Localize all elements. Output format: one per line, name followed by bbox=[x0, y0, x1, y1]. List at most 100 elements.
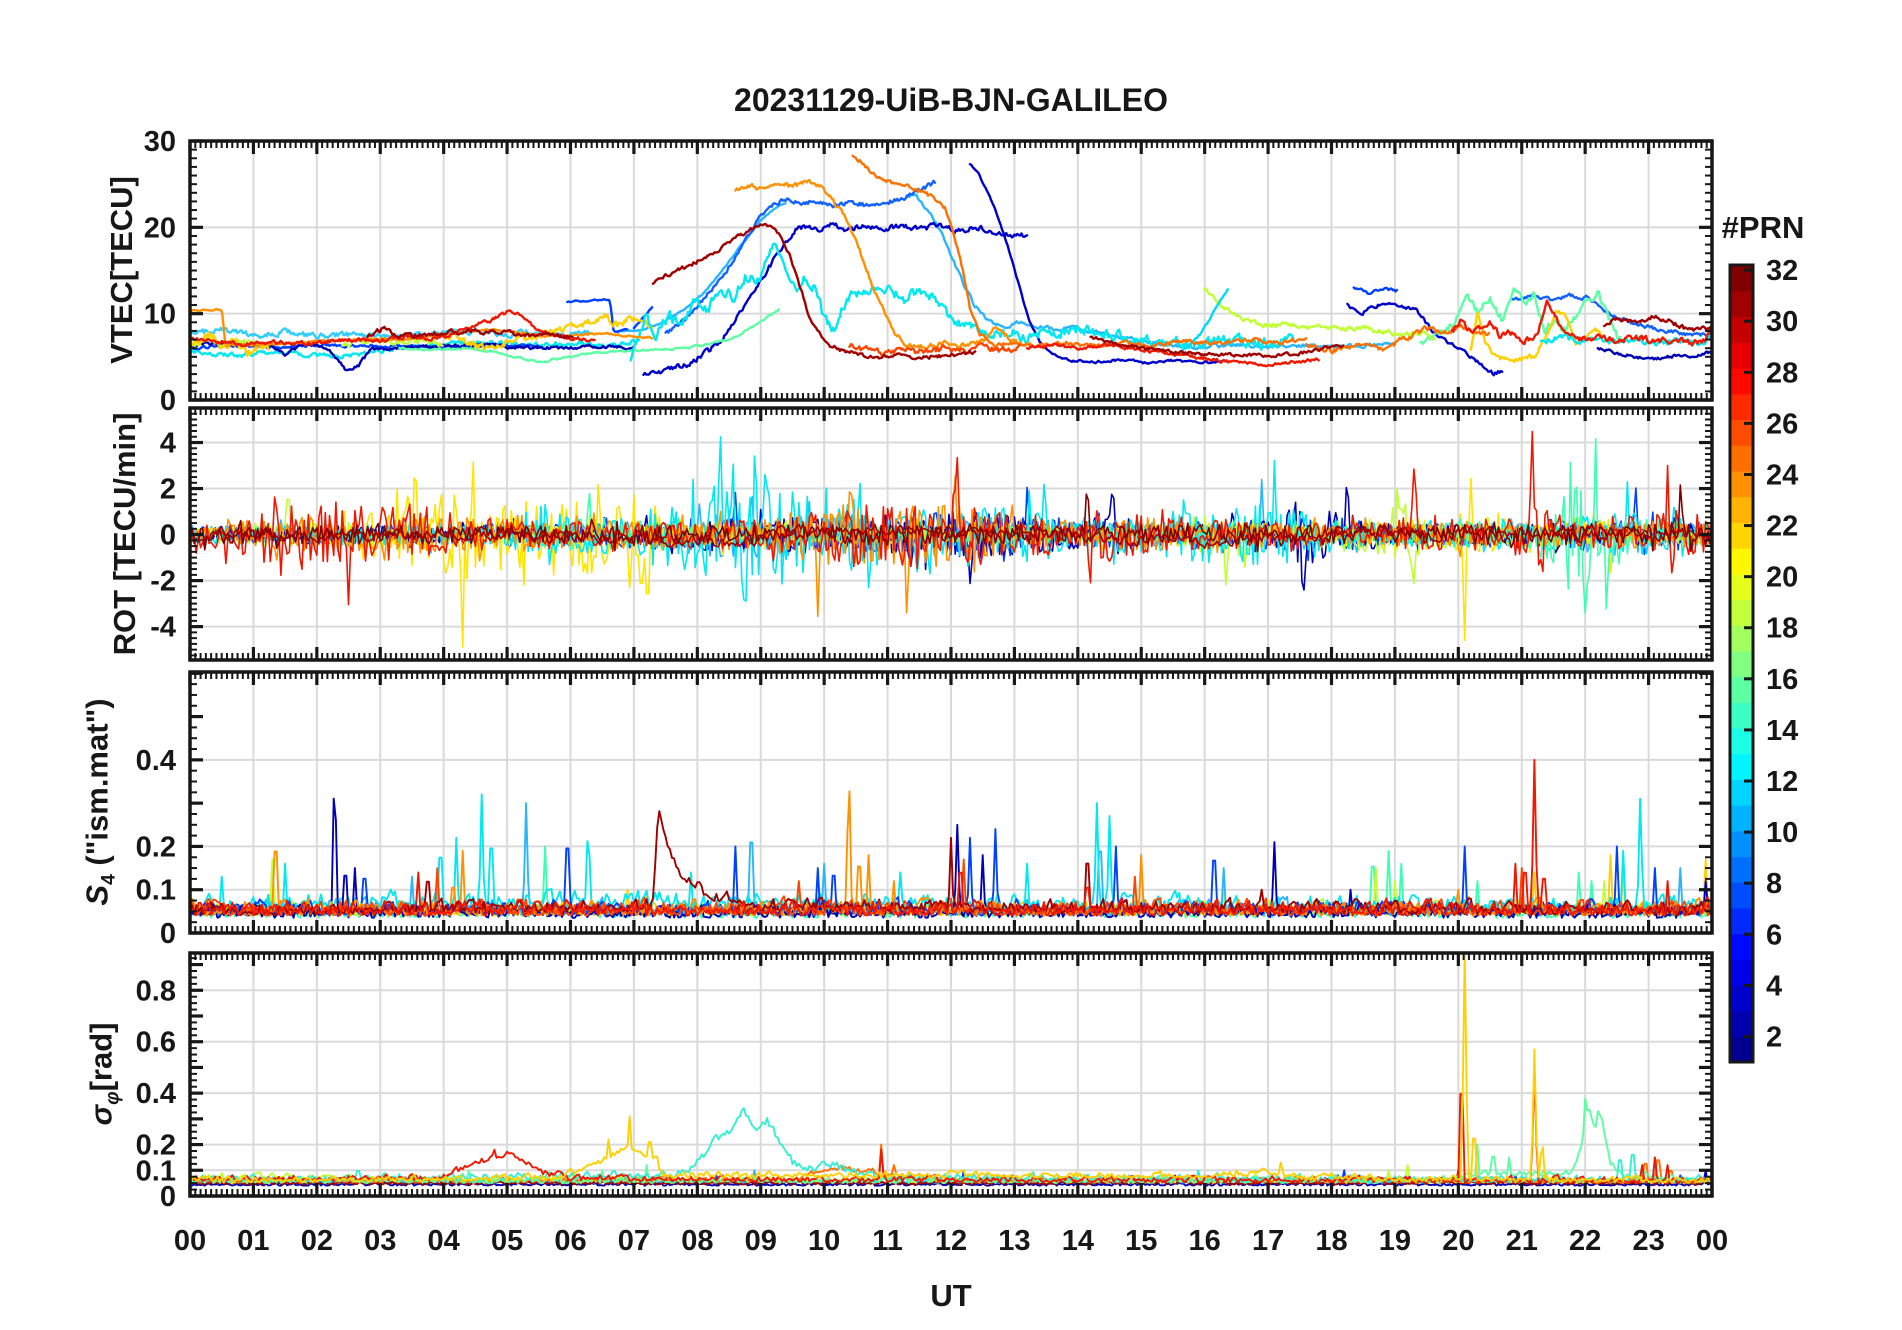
svg-text:16: 16 bbox=[1189, 1225, 1221, 1257]
colorbar-band bbox=[1730, 830, 1753, 858]
svg-text:12: 12 bbox=[1766, 766, 1798, 798]
colorbar-band bbox=[1730, 1010, 1753, 1038]
svg-text:15: 15 bbox=[1125, 1225, 1157, 1257]
series-line bbox=[1352, 286, 1399, 296]
svg-text:30: 30 bbox=[144, 126, 176, 158]
colorbar-band bbox=[1730, 779, 1753, 806]
svg-text:22: 22 bbox=[1569, 1225, 1601, 1257]
colorbar-band bbox=[1730, 676, 1753, 703]
colorbar-band bbox=[1730, 1036, 1753, 1063]
y-axis-label-rot: ROT [TECU/min] bbox=[107, 412, 142, 656]
svg-text:0.6: 0.6 bbox=[136, 1027, 176, 1059]
svg-text:18: 18 bbox=[1315, 1225, 1347, 1257]
svg-text:2: 2 bbox=[160, 474, 176, 506]
colorbar-band bbox=[1730, 290, 1753, 318]
colorbar-band bbox=[1730, 342, 1753, 369]
svg-text:10: 10 bbox=[1766, 817, 1798, 849]
svg-text:30: 30 bbox=[1766, 306, 1798, 338]
colorbar-band bbox=[1730, 959, 1753, 986]
svg-text:20: 20 bbox=[1766, 562, 1798, 594]
svg-text:0.4: 0.4 bbox=[136, 1078, 176, 1110]
series-line bbox=[1596, 347, 1712, 361]
series-line bbox=[651, 222, 977, 361]
panel-s4-ytick-labels: 0 0.1 0.2 0.4 bbox=[136, 745, 176, 950]
colorbar bbox=[1728, 263, 1755, 1064]
svg-text:14: 14 bbox=[1062, 1225, 1094, 1257]
series-line bbox=[1603, 314, 1712, 332]
colorbar-band bbox=[1730, 727, 1753, 755]
svg-text:07: 07 bbox=[618, 1225, 650, 1257]
colorbar-band bbox=[1730, 702, 1753, 729]
svg-text:32: 32 bbox=[1766, 255, 1798, 287]
svg-text:28: 28 bbox=[1766, 357, 1798, 389]
panel-vtec-grid bbox=[190, 140, 1712, 400]
svg-text:24: 24 bbox=[1766, 459, 1798, 491]
svg-text:0: 0 bbox=[160, 520, 176, 552]
svg-text:08: 08 bbox=[681, 1225, 713, 1257]
svg-text:10: 10 bbox=[808, 1225, 840, 1257]
svg-text:-2: -2 bbox=[150, 566, 176, 598]
svg-text:05: 05 bbox=[491, 1225, 523, 1257]
svg-text:8: 8 bbox=[1766, 868, 1782, 900]
colorbar-band bbox=[1730, 496, 1753, 523]
svg-text:17: 17 bbox=[1252, 1225, 1284, 1257]
svg-text:18: 18 bbox=[1766, 613, 1798, 645]
svg-text:0.4: 0.4 bbox=[136, 745, 176, 777]
svg-text:02: 02 bbox=[301, 1225, 333, 1257]
svg-text:0.2: 0.2 bbox=[136, 1130, 176, 1162]
svg-text:26: 26 bbox=[1766, 408, 1798, 440]
colorbar-band bbox=[1730, 444, 1753, 472]
svg-text:0: 0 bbox=[160, 385, 176, 417]
svg-text:00: 00 bbox=[1696, 1225, 1728, 1257]
colorbar-band bbox=[1730, 882, 1753, 909]
x-axis-label: UT bbox=[930, 1278, 972, 1313]
figure: 0 10 20 30 -4 -2 0 2 4 0 0.1 0.2 0.4 0 0.1 0.2 0.4 0.6 0.8… bbox=[0, 0, 1902, 1330]
svg-text:14: 14 bbox=[1766, 715, 1798, 747]
panel-vtec-ytick-labels: 0 10 20 30 bbox=[144, 126, 176, 417]
svg-text:12: 12 bbox=[935, 1225, 967, 1257]
svg-text:4: 4 bbox=[160, 428, 176, 460]
svg-text:6: 6 bbox=[1766, 919, 1782, 951]
y-axis-label-vtec: VTEC[TECU] bbox=[104, 176, 139, 364]
colorbar-tick-labels: 2468101214161820222426283032 bbox=[1766, 255, 1798, 1053]
colorbar-band bbox=[1730, 984, 1753, 1012]
panel-rot-ytick-labels: -4 -2 0 2 4 bbox=[150, 428, 176, 644]
y-axis-label-s4: S4 ("ism.mat") bbox=[79, 698, 120, 906]
svg-text:20: 20 bbox=[1442, 1225, 1474, 1257]
svg-text:2: 2 bbox=[1766, 1021, 1782, 1053]
svg-text:20: 20 bbox=[144, 212, 176, 244]
svg-text:0.2: 0.2 bbox=[136, 831, 176, 863]
svg-text:09: 09 bbox=[745, 1225, 777, 1257]
panel-sigmaphi-ytick-labels: 00.10.20.40.60.8 bbox=[136, 975, 176, 1213]
svg-text:4: 4 bbox=[1766, 970, 1782, 1002]
svg-text:0.1: 0.1 bbox=[136, 875, 176, 907]
x-tick-labels: 00 01 02 03 04 05 06 07 08 09 10 11 12 13 14 15 16 17 18 19… bbox=[174, 1225, 1728, 1257]
colorbar-band bbox=[1730, 599, 1753, 626]
svg-text:0: 0 bbox=[160, 918, 176, 950]
svg-text:23: 23 bbox=[1632, 1225, 1664, 1257]
colorbar-band bbox=[1730, 753, 1753, 780]
svg-text:11: 11 bbox=[872, 1225, 903, 1257]
svg-text:22: 22 bbox=[1766, 511, 1798, 543]
colorbar-band bbox=[1730, 547, 1753, 575]
y-axis-label-sigmaphi: σφ[rad] bbox=[83, 1022, 124, 1126]
svg-text:00: 00 bbox=[174, 1225, 206, 1257]
colorbar-band bbox=[1730, 393, 1753, 421]
svg-text:10: 10 bbox=[144, 299, 176, 331]
svg-text:16: 16 bbox=[1766, 664, 1798, 696]
colorbar-band bbox=[1730, 856, 1753, 883]
svg-text:21: 21 bbox=[1506, 1225, 1538, 1257]
colorbar-band bbox=[1730, 933, 1753, 960]
svg-text:01: 01 bbox=[237, 1225, 269, 1257]
colorbar-band bbox=[1730, 804, 1753, 832]
colorbar-band bbox=[1730, 907, 1753, 935]
svg-text:03: 03 bbox=[364, 1225, 396, 1257]
panel-s4-grid bbox=[190, 672, 1712, 933]
colorbar-title: #PRN bbox=[1721, 210, 1805, 245]
panel-sigmaphi-grid bbox=[190, 953, 1712, 1196]
svg-text:13: 13 bbox=[998, 1225, 1030, 1257]
series-line bbox=[851, 154, 1308, 349]
chart-canvas: 0102030-4-202400.10.20.400.10.20.40.60.8… bbox=[136, 126, 1799, 1257]
svg-text:0.8: 0.8 bbox=[136, 975, 176, 1007]
svg-text:-4: -4 bbox=[150, 612, 176, 644]
